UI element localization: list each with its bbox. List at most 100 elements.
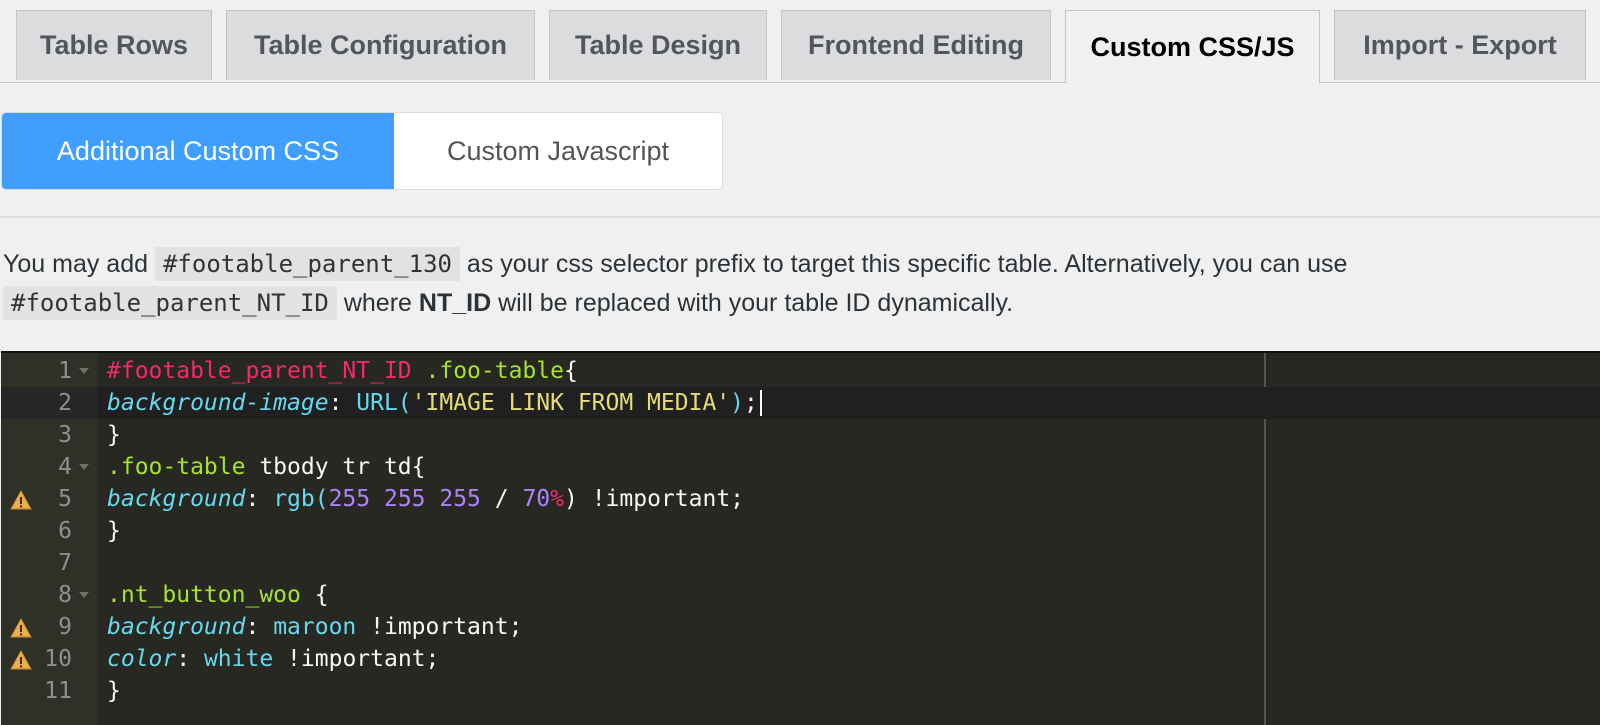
code-line[interactable]: 8 .nt_button_woo { <box>1 579 1600 611</box>
warning-icon[interactable] <box>10 650 32 670</box>
gutter-cell: 8 <box>1 579 98 611</box>
code-token-plain: : <box>245 614 274 640</box>
code-token-sel-id: #footable_parent_NT_ID <box>107 358 412 384</box>
line-number: 10 <box>44 646 72 672</box>
line-number: 6 <box>58 518 72 544</box>
section-divider <box>0 216 1600 218</box>
code-token-plain: !important; <box>356 614 523 640</box>
code-token-prop: background <box>107 486 246 512</box>
line-number: 9 <box>58 614 72 640</box>
code-token-fn: URL( <box>356 389 412 416</box>
code-token-plain: ) !important; <box>564 486 745 512</box>
code-text: background: maroon !important; <box>98 614 522 640</box>
code-text: } <box>98 518 121 544</box>
code-line[interactable]: 9 background: maroon !important; <box>1 611 1600 643</box>
gutter-cell: 1 <box>1 355 98 387</box>
line-number: 1 <box>58 358 72 384</box>
code-token-plain: } <box>107 678 121 704</box>
code-token-str: 'IMAGE LINK FROM MEDIA' <box>411 389 731 416</box>
code-line[interactable]: 1 #footable_parent_NT_ID .foo-table{ <box>1 355 1600 387</box>
code-token-plain: : <box>328 389 357 416</box>
code-text: } <box>98 422 121 448</box>
code-token-plain: / <box>480 486 523 512</box>
code-token-num: 70 <box>522 486 551 512</box>
gutter-cell: 5 <box>1 483 98 515</box>
code-token-prop: background-image <box>107 389 329 416</box>
line-number: 7 <box>58 550 72 576</box>
gutter-cell: 4 <box>1 451 98 483</box>
css-js-subtabs: Additional Custom CSS Custom Javascript <box>1 112 723 190</box>
gutter-cell: 3 <box>1 419 98 451</box>
line-number: 11 <box>44 678 72 704</box>
code-token-sel-class: .foo-table <box>425 358 564 384</box>
line-number: 4 <box>58 454 72 480</box>
line-number: 8 <box>58 582 72 608</box>
help-text-part3: where <box>343 289 412 317</box>
line-number: 3 <box>58 422 72 448</box>
help-text-part2: as your css selector prefix to target th… <box>466 250 1348 278</box>
code-line[interactable]: 7 <box>1 547 1600 579</box>
warning-icon[interactable] <box>10 490 32 510</box>
code-line[interactable]: 2 background-image: URL('IMAGE LINK FROM … <box>1 387 1600 419</box>
nt-id-bold: NT_ID <box>418 289 492 317</box>
code-token-plain: : <box>245 486 274 512</box>
code-line[interactable]: 11} <box>1 675 1600 707</box>
tab-frontend-editing[interactable]: Frontend Editing <box>781 10 1051 80</box>
code-text: color: white !important; <box>98 646 439 672</box>
tab-import-export[interactable]: Import - Export <box>1334 10 1586 80</box>
fold-arrow-icon[interactable] <box>79 592 89 598</box>
code-token-num: 255 255 255 <box>328 486 481 512</box>
code-token-plain: tbody tr td{ <box>245 454 426 480</box>
code-token-prop: background <box>107 614 246 640</box>
tab-table-rows[interactable]: Table Rows <box>16 10 212 80</box>
subtab-additional-custom-css[interactable]: Additional Custom CSS <box>2 113 394 189</box>
css-code-editor[interactable]: 1 #footable_parent_NT_ID .foo-table{2 back… <box>1 351 1600 725</box>
gutter-cell: 9 <box>1 611 98 643</box>
main-tabs: Table Rows Table Configuration Table Des… <box>0 0 1600 83</box>
code-token-fn: ) <box>730 389 745 416</box>
code-token-plain: !important; <box>273 646 440 672</box>
code-token-sel-class: .nt_button_woo <box>107 582 301 608</box>
code-token-plain: } <box>107 422 121 448</box>
text-cursor <box>759 390 762 417</box>
line-number: 5 <box>58 486 72 512</box>
help-text: You may add #footable_parent_130 as your… <box>3 245 1593 323</box>
gutter-cell: 7 <box>1 547 98 579</box>
code-text: #footable_parent_NT_ID .foo-table{ <box>98 358 578 384</box>
code-token-sel-class: .foo-table <box>107 454 246 480</box>
code-line[interactable]: 10 color: white !important; <box>1 643 1600 675</box>
gutter-cell: 2 <box>1 387 98 419</box>
code-token-plain: ; <box>744 389 758 416</box>
gutter-cell: 10 <box>1 643 98 675</box>
tab-custom-css-js[interactable]: Custom CSS/JS <box>1065 10 1320 83</box>
fold-arrow-icon[interactable] <box>79 368 89 374</box>
code-token-kw: maroon <box>273 614 357 640</box>
code-text: background-image: URL('IMAGE LINK FROM M… <box>98 390 762 417</box>
code-text: } <box>98 678 121 704</box>
selector-prefix-code: #footable_parent_130 <box>154 247 460 281</box>
code-line[interactable]: 3} <box>1 419 1600 451</box>
code-token-unit: % <box>550 486 565 512</box>
gutter-cell: 11 <box>1 675 98 707</box>
code-token-prop: color <box>107 646 177 672</box>
warning-icon[interactable] <box>10 618 32 638</box>
code-text: .foo-table tbody tr td{ <box>98 454 426 480</box>
tab-table-design[interactable]: Table Design <box>549 10 767 80</box>
code-line[interactable]: 5 background: rgb(255 255 255 / 70%) !imp… <box>1 483 1600 515</box>
gutter-cell: 6 <box>1 515 98 547</box>
code-token-plain: } <box>107 518 121 544</box>
code-token-plain: : <box>176 646 204 672</box>
code-line[interactable]: 6} <box>1 515 1600 547</box>
code-text: .nt_button_woo { <box>98 582 329 608</box>
code-text: background: rgb(255 255 255 / 70%) !impo… <box>98 486 744 512</box>
line-number: 2 <box>58 390 72 416</box>
help-text-part1: You may add <box>3 250 149 278</box>
tab-table-configuration[interactable]: Table Configuration <box>226 10 535 80</box>
code-line[interactable]: 4 .foo-table tbody tr td{ <box>1 451 1600 483</box>
fold-arrow-icon[interactable] <box>79 464 89 470</box>
subtab-custom-javascript[interactable]: Custom Javascript <box>394 113 722 189</box>
code-token-plain: { <box>300 582 329 608</box>
dynamic-selector-code: #footable_parent_NT_ID <box>3 286 337 320</box>
help-text-part4: will be replaced with your table ID dyna… <box>498 289 1014 317</box>
